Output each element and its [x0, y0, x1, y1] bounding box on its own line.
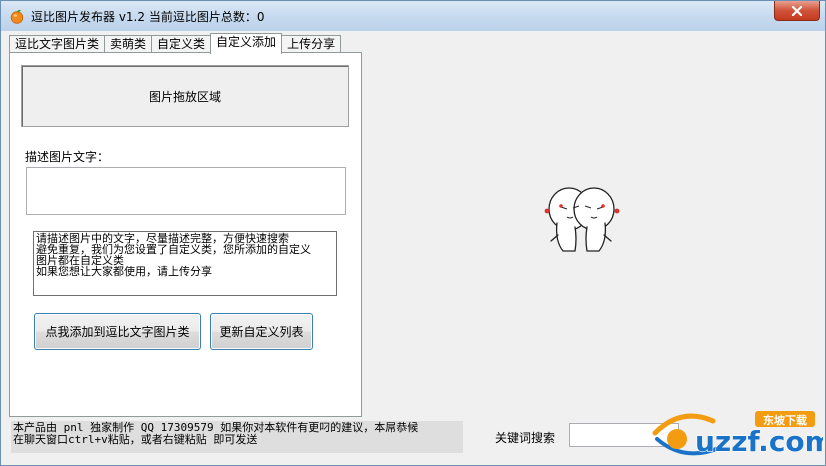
- tab-strip: 逗比文字图片类 卖萌类 自定义类 自定义添加 上传分享: [9, 33, 342, 54]
- info-line: 在聊天窗口ctrl+v粘贴，或者右键粘贴 即可发送: [13, 433, 258, 446]
- keyword-search-label: 关键词搜索: [495, 431, 556, 445]
- watermark-brand: uzzf.com: [695, 425, 823, 458]
- drop-zone-label: 图片拖放区域: [148, 89, 221, 104]
- description-input[interactable]: [26, 167, 346, 215]
- image-drop-zone[interactable]: 图片拖放区域: [21, 65, 349, 127]
- close-icon: [791, 5, 803, 16]
- orange-fruit-icon: [10, 9, 24, 24]
- close-button[interactable]: [774, 1, 820, 21]
- tab-panel-custom-add: 图片拖放区域 描述图片文字： 请描述图片中的文字，尽量描述完整，方便快速搜索 避…: [9, 52, 362, 417]
- refresh-custom-list-button[interactable]: 更新自定义列表: [210, 313, 313, 350]
- image-preview-cartoon: [544, 187, 620, 252]
- description-label: 描述图片文字：: [25, 150, 110, 164]
- window-title: 逗比图片发布器 v1.2 当前逗比图片总数：0: [31, 10, 265, 24]
- help-text-box: 请描述图片中的文字，尽量描述完整，方便快速搜索 避免重复，我们为您设置了自定义类…: [33, 231, 337, 296]
- uzzf-watermark-logo: 东坡下载 uzzf.com: [652, 411, 823, 459]
- help-line: 如果您想让大家都使用，请上传分享: [36, 265, 212, 278]
- app-window: 逗比图片发布器 v1.2 当前逗比图片总数：0 逗比文字图片类 卖萌类 自定义类…: [0, 0, 826, 466]
- info-text-box: 本产品由 pnl 独家制作 QQ 17309579 如果你对本软件有更叼的建议，…: [11, 421, 463, 453]
- tab-custom-add[interactable]: 自定义添加: [210, 33, 283, 54]
- add-to-category-button[interactable]: 点我添加到逗比文字图片类: [34, 313, 201, 350]
- title-bar[interactable]: 逗比图片发布器 v1.2 当前逗比图片总数：0: [1, 1, 825, 31]
